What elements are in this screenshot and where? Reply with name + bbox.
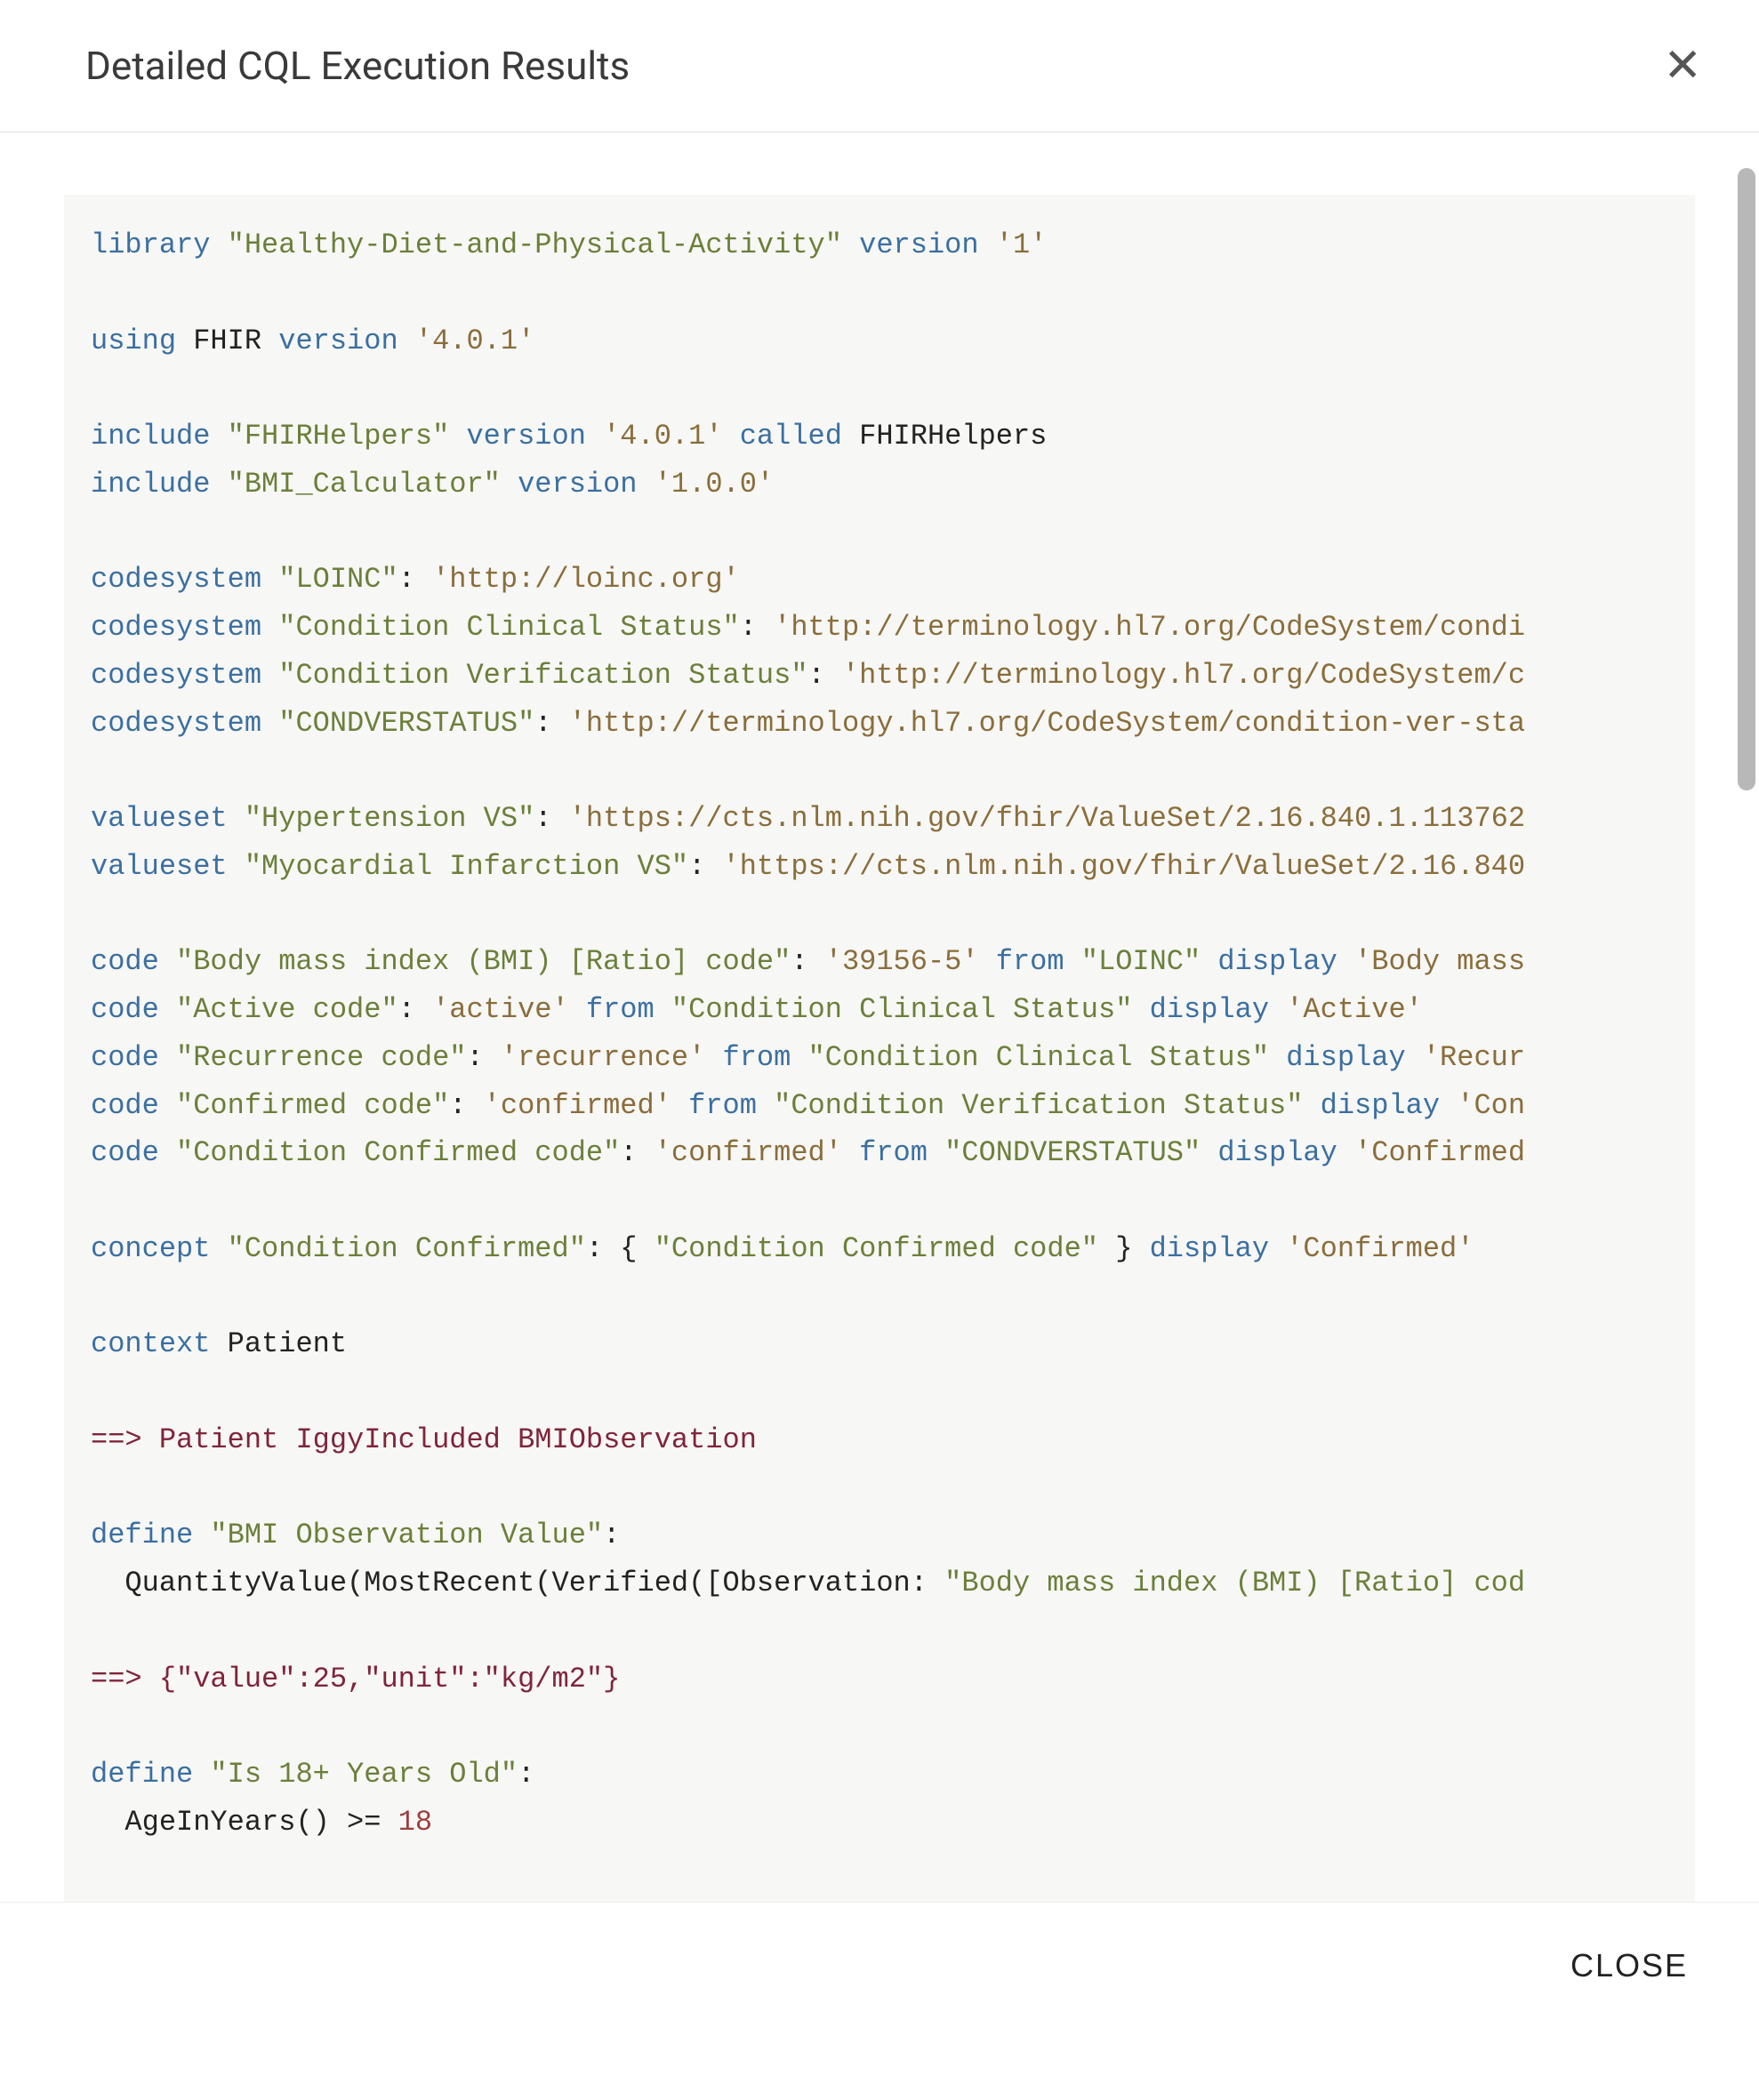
code-token: from bbox=[688, 1089, 757, 1122]
result-line: ==> {"value":25,"unit":"kg/m2"} bbox=[91, 1663, 620, 1695]
code-token: codesystem bbox=[91, 611, 261, 644]
code-token: 'Active' bbox=[1286, 993, 1423, 1026]
code-token: codesystem bbox=[91, 659, 261, 692]
code-token: QuantityValue(MostRecent(Verified([Obser… bbox=[91, 1567, 944, 1599]
code-token: 'confirmed' bbox=[484, 1089, 671, 1122]
scrollbar-thumb[interactable] bbox=[1738, 168, 1755, 790]
code-token: '4.0.1' bbox=[415, 325, 534, 357]
code-token: include bbox=[91, 420, 210, 453]
code-token: define bbox=[91, 1519, 193, 1551]
code-token: 'http://loinc.org' bbox=[432, 563, 740, 596]
code-token: 'Confirmed' bbox=[1286, 1232, 1474, 1265]
code-token: from bbox=[859, 1136, 928, 1169]
code-token: "Myocardial Infarction VS" bbox=[245, 850, 688, 883]
code-token: from bbox=[586, 993, 655, 1026]
code-token: '4.0.1' bbox=[603, 420, 722, 453]
code-token: 'Con bbox=[1457, 1089, 1525, 1122]
code-token: "Condition Clinical Status" bbox=[671, 993, 1132, 1026]
code-token: "Confirmed code" bbox=[176, 1089, 449, 1122]
code-token: AgeInYears() >= bbox=[91, 1806, 398, 1839]
code-token: '39156-5' bbox=[825, 945, 979, 978]
code-token: code bbox=[91, 945, 159, 978]
code-token: 'recurrence' bbox=[501, 1041, 705, 1074]
code-token: version bbox=[278, 325, 398, 357]
code-token: "Condition Verification Status" bbox=[774, 1089, 1303, 1122]
code-token: version bbox=[859, 228, 978, 261]
code-token: display bbox=[1217, 945, 1337, 978]
code-token: "Body mass index (BMI) [Ratio] code" bbox=[176, 945, 791, 978]
code-token: display bbox=[1150, 1232, 1269, 1265]
modal-header: Detailed CQL Execution Results ✕ bbox=[0, 0, 1759, 132]
code-token: "FHIRHelpers" bbox=[228, 420, 450, 453]
code-token: 'http://terminology.hl7.org/CodeSystem/c bbox=[842, 659, 1525, 692]
code-token: code bbox=[91, 993, 159, 1026]
modal-body: library "Healthy-Diet-and-Physical-Activ… bbox=[0, 132, 1759, 1902]
cql-code-block: library "Healthy-Diet-and-Physical-Activ… bbox=[64, 195, 1695, 1902]
code-token: from bbox=[723, 1041, 791, 1074]
code-token: "Condition Verification Status" bbox=[278, 659, 807, 692]
code-token: FHIR bbox=[176, 325, 278, 357]
code-token: 'confirmed' bbox=[655, 1136, 842, 1169]
code-token: "Condition Clinical Status" bbox=[278, 611, 739, 644]
code-token: 'http://terminology.hl7.org/CodeSystem/c… bbox=[569, 707, 1525, 740]
code-token: "Body mass index (BMI) [Ratio] cod bbox=[944, 1567, 1525, 1599]
code-token: 'http://terminology.hl7.org/CodeSystem/c… bbox=[774, 611, 1525, 644]
code-token: 'https://cts.nlm.nih.gov/fhir/ValueSet/2… bbox=[723, 850, 1526, 883]
close-icon[interactable]: ✕ bbox=[1659, 39, 1706, 92]
code-token: 'https://cts.nlm.nih.gov/fhir/ValueSet/2… bbox=[569, 802, 1525, 835]
code-token: codesystem bbox=[91, 563, 261, 596]
code-token: codesystem bbox=[91, 707, 261, 740]
code-token: concept bbox=[91, 1232, 210, 1265]
code-token: "Recurrence code" bbox=[176, 1041, 466, 1074]
code-token: Patient bbox=[210, 1327, 347, 1360]
code-token: "BMI Observation Value" bbox=[210, 1519, 603, 1551]
modal-footer: CLOSE bbox=[0, 1902, 1759, 2029]
code-token: code bbox=[91, 1089, 159, 1122]
code-token: include bbox=[91, 468, 210, 501]
code-token: display bbox=[1286, 1041, 1405, 1074]
code-token: display bbox=[1150, 993, 1269, 1026]
close-button[interactable]: CLOSE bbox=[1570, 1947, 1688, 1984]
code-token: 'Body mass bbox=[1354, 945, 1525, 978]
code-token: 18 bbox=[398, 1806, 432, 1839]
code-token: context bbox=[91, 1327, 210, 1360]
code-token: display bbox=[1217, 1136, 1337, 1169]
code-token: define bbox=[91, 1758, 193, 1791]
code-token: using bbox=[91, 325, 176, 357]
code-token: "Hypertension VS" bbox=[245, 802, 534, 835]
code-token: library bbox=[91, 228, 210, 261]
code-token: called bbox=[740, 420, 842, 453]
code-token: "Active code" bbox=[176, 993, 398, 1026]
code-token: "LOINC" bbox=[1081, 945, 1201, 978]
code-token: 'Confirmed bbox=[1354, 1136, 1525, 1169]
code-token: version bbox=[518, 468, 637, 501]
code-token: display bbox=[1321, 1089, 1440, 1122]
code-token: "Condition Confirmed code" bbox=[176, 1136, 620, 1169]
code-token: "Healthy-Diet-and-Physical-Activity" bbox=[228, 228, 842, 261]
code-token: code bbox=[91, 1136, 159, 1169]
result-line: ==> true bbox=[91, 1901, 228, 1902]
code-token: "Condition Confirmed" bbox=[228, 1232, 586, 1265]
code-token: "Condition Clinical Status" bbox=[808, 1041, 1269, 1074]
code-token: 'active' bbox=[432, 993, 569, 1026]
result-line: ==> Patient IggyIncluded BMIObservation bbox=[91, 1423, 757, 1456]
code-token: "CONDVERSTATUS" bbox=[944, 1136, 1201, 1169]
code-token: valueset bbox=[91, 802, 228, 835]
code-token: "Is 18+ Years Old" bbox=[210, 1758, 518, 1791]
code-token: valueset bbox=[91, 850, 228, 883]
code-token: FHIRHelpers bbox=[842, 420, 1047, 453]
code-token: 'Recur bbox=[1423, 1041, 1525, 1074]
modal-title: Detailed CQL Execution Results bbox=[85, 43, 630, 89]
code-token: '1.0.0' bbox=[655, 468, 774, 501]
code-token: '1' bbox=[996, 228, 1048, 261]
code-token: "Condition Confirmed code" bbox=[655, 1232, 1098, 1265]
code-token: "BMI_Calculator" bbox=[228, 468, 501, 501]
modal-body-wrapper: library "Healthy-Diet-and-Physical-Activ… bbox=[0, 132, 1759, 1902]
code-token: version bbox=[466, 420, 585, 453]
code-token: "CONDVERSTATUS" bbox=[278, 707, 534, 740]
code-token: from bbox=[996, 945, 1064, 978]
code-token: code bbox=[91, 1041, 159, 1074]
code-token: "LOINC" bbox=[278, 563, 398, 596]
